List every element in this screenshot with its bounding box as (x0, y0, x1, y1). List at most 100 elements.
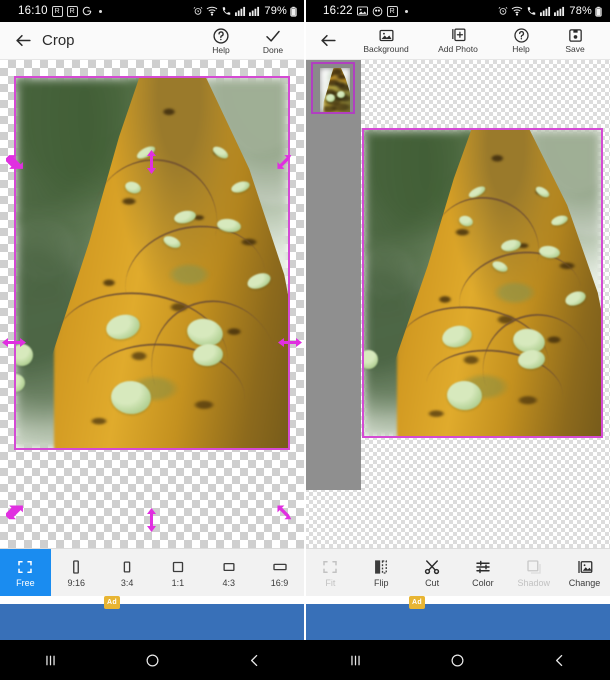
arrow-left-icon (14, 31, 33, 50)
aspect-1-1-button[interactable]: 1:1 (152, 549, 203, 596)
cut-label: Cut (425, 577, 440, 588)
nav-group-right (305, 640, 610, 680)
crop-handle-right-middle[interactable] (278, 335, 302, 350)
r-badge-icon: R (66, 5, 78, 17)
aspect-3-4-button[interactable]: 3:4 (102, 549, 153, 596)
ad-banner[interactable] (305, 604, 610, 640)
crop-handle-bottom-right[interactable] (276, 504, 296, 524)
ad-badge: Ad (409, 596, 425, 609)
layer-thumbnail[interactable] (311, 62, 355, 114)
save-disk-icon (567, 27, 584, 44)
editor-toolbar: Background Add Photo Help Save (305, 22, 610, 60)
ad-container[interactable]: Ad (305, 596, 610, 640)
android-navigation-bar (0, 640, 610, 680)
r-badge-icon: R (51, 5, 63, 17)
ad-container[interactable]: Ad (0, 596, 305, 640)
background-button[interactable]: Background (351, 22, 421, 60)
status-clock: 16:22 (323, 5, 353, 17)
question-circle-icon (212, 27, 230, 45)
change-button[interactable]: Change (559, 549, 610, 596)
crop-handle-top-center[interactable] (144, 150, 159, 174)
image-icon (378, 27, 395, 44)
recents-button[interactable] (347, 652, 364, 669)
call-icon (221, 6, 232, 16)
status-bar-right: 79% (193, 0, 297, 22)
recents-button[interactable] (42, 652, 59, 669)
crop-handle-left-middle[interactable] (2, 335, 26, 350)
aspect-ratio-toolstrip: Free 9:16 3:4 1:1 4:3 16:9 (0, 548, 305, 596)
home-button[interactable] (144, 652, 161, 669)
help-label: Help (512, 44, 530, 55)
fit-button[interactable]: Fit (305, 549, 356, 596)
alarm-icon (193, 6, 203, 16)
ad-badge: Ad (104, 596, 120, 609)
aspect-9-16-button[interactable]: 9:16 (51, 549, 102, 596)
ratio-9-16-icon (67, 558, 85, 576)
back-button[interactable] (246, 652, 263, 669)
alarm-icon (498, 6, 508, 16)
crop-handle-bottom-left[interactable] (6, 504, 26, 524)
app-icon (372, 6, 383, 17)
cut-button[interactable]: Cut (407, 549, 458, 596)
ratio-3-4-icon (118, 558, 136, 576)
shadow-label: Shadow (517, 577, 550, 588)
crop-handle-top-right[interactable] (276, 152, 296, 172)
signal-bar-icon (249, 6, 260, 16)
battery-percent: 78% (569, 5, 592, 17)
crop-handle-top-left[interactable] (6, 152, 26, 172)
back-button[interactable] (0, 22, 46, 60)
question-circle-icon (513, 27, 530, 44)
edited-photo (364, 130, 601, 436)
panel-pair: 16:10 R R 79% Crop Help Done Free 9:16 3… (0, 0, 610, 640)
status-bar: 16:10 R R 79% (0, 0, 305, 22)
edited-photo-frame[interactable] (362, 128, 603, 438)
back-button[interactable] (305, 22, 351, 60)
save-button[interactable]: Save (549, 22, 601, 60)
change-label: Change (568, 577, 601, 588)
help-button[interactable]: Help (495, 22, 547, 60)
layer-thumbnail-image (320, 68, 350, 112)
crop-toolbar: Crop Help Done (0, 22, 305, 60)
arrow-left-icon (319, 31, 338, 50)
shadow-button[interactable]: Shadow (508, 549, 559, 596)
fit-icon (321, 558, 339, 576)
crop-photo[interactable] (16, 78, 288, 448)
signal-bar-icon (235, 6, 246, 16)
color-button[interactable]: Color (457, 549, 508, 596)
status-bar: 16:22 R 78% (305, 0, 610, 22)
gallery-icon (356, 6, 368, 16)
add-photo-button[interactable]: Add Photo (423, 22, 493, 60)
check-icon (263, 27, 283, 45)
aspect-free-label: Free (16, 577, 35, 588)
back-button[interactable] (551, 652, 568, 669)
flip-button[interactable]: Flip (356, 549, 407, 596)
editor-toolstrip: Fit Flip Cut Color Shadow Change (305, 548, 610, 596)
help-button[interactable]: Help (195, 22, 247, 60)
crop-handle-bottom-center[interactable] (144, 508, 159, 532)
aspect-free-button[interactable]: Free (0, 549, 51, 596)
home-button[interactable] (449, 652, 466, 669)
crop-canvas[interactable] (0, 60, 305, 548)
battery-icon (290, 6, 297, 17)
crop-toolbar-actions: Help Done (195, 22, 305, 60)
status-bar-left: 16:22 R (305, 5, 408, 17)
status-bar-left: 16:10 R R (0, 5, 102, 17)
status-clock: 16:10 (18, 5, 48, 17)
flip-label: Flip (373, 577, 389, 588)
aspect-4-3-button[interactable]: 4:3 (203, 549, 254, 596)
help-label: Help (212, 44, 230, 55)
flip-icon (372, 558, 390, 576)
done-label: Done (262, 44, 284, 55)
editor-canvas[interactable] (305, 60, 610, 548)
battery-icon (595, 6, 602, 17)
free-crop-icon (16, 558, 34, 576)
screenshot-root: 16:10 R R 79% Crop Help Done Free 9:16 3… (0, 0, 610, 680)
ad-banner[interactable] (0, 604, 305, 640)
done-button[interactable]: Done (247, 22, 299, 60)
background-label: Background (363, 44, 409, 55)
fit-label: Fit (325, 577, 336, 588)
aspect-16-9-button[interactable]: 16:9 (254, 549, 305, 596)
dot-icon (98, 9, 102, 13)
color-label: Color (472, 577, 494, 588)
layer-thumbnail-strip[interactable] (305, 60, 361, 490)
